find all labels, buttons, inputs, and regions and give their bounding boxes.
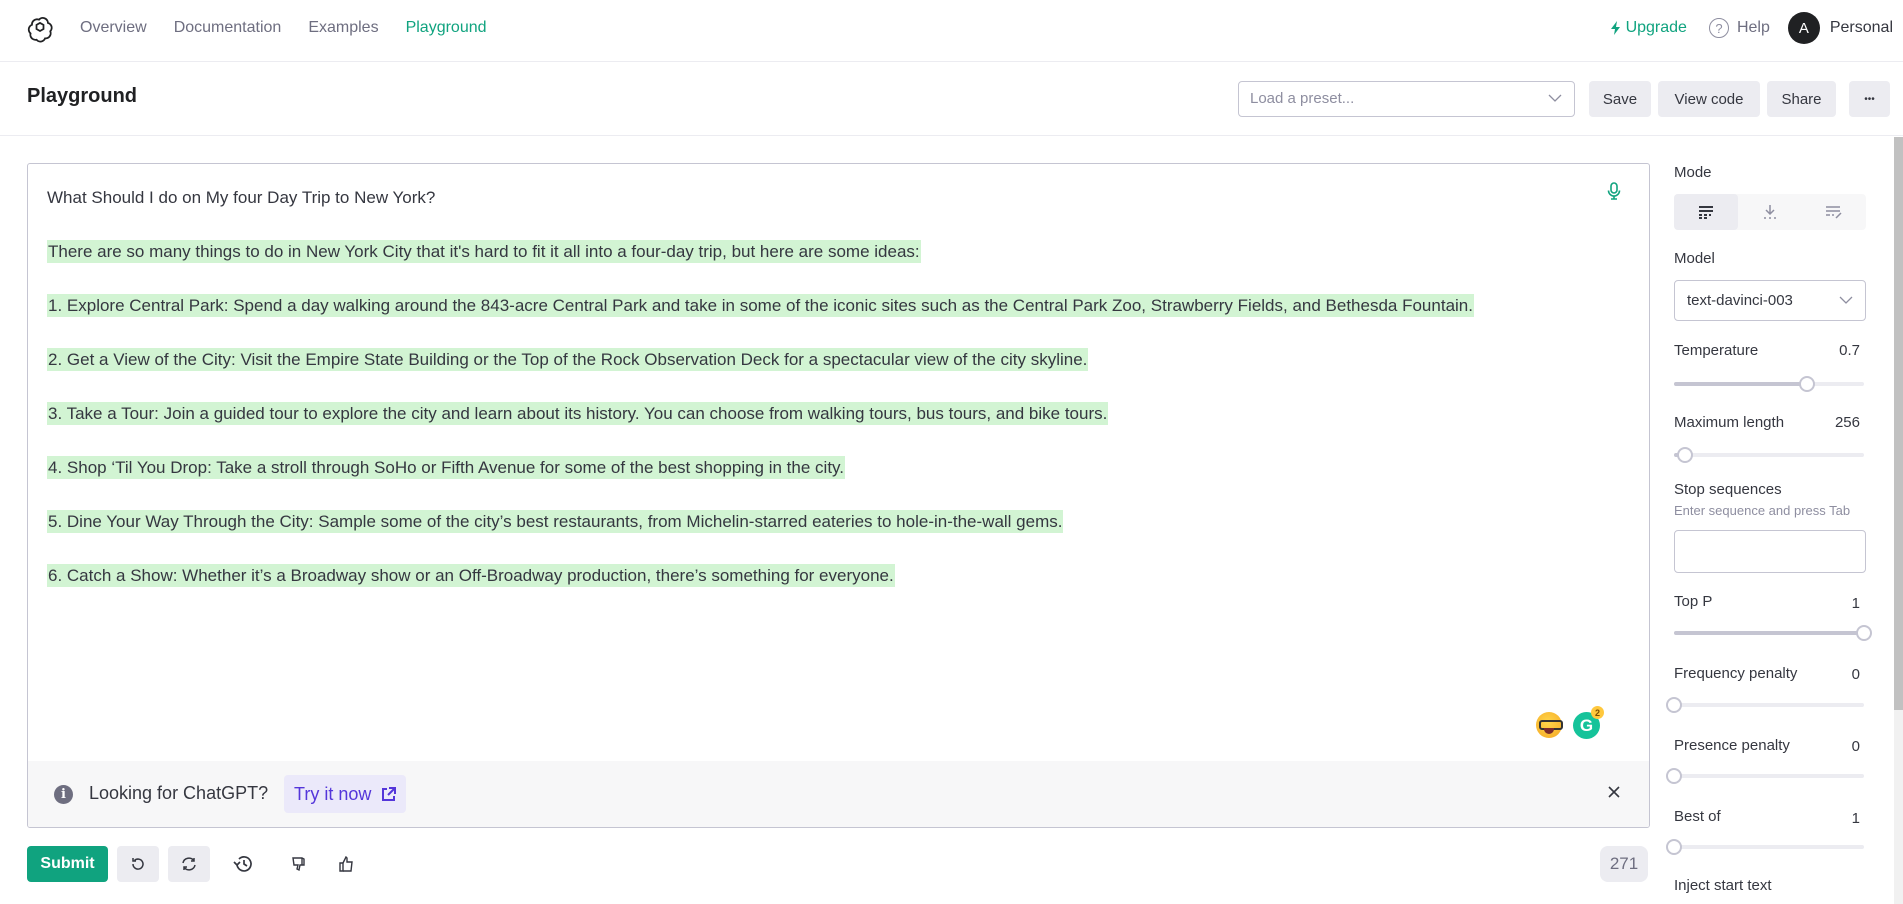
upgrade-label: Upgrade xyxy=(1625,19,1687,36)
try-it-now-link[interactable]: Try it now xyxy=(284,775,407,813)
chevron-down-icon xyxy=(1548,94,1562,102)
nav-overview[interactable]: Overview xyxy=(80,19,147,37)
temperature-value: 0.7 xyxy=(1839,342,1860,359)
thumbs-up-button[interactable] xyxy=(325,846,367,882)
nav-playground[interactable]: Playground xyxy=(406,19,487,37)
try-it-now-label: Try it now xyxy=(294,783,372,804)
frequency-penalty-label: Frequency penalty xyxy=(1674,665,1798,682)
complete-mode-icon xyxy=(1699,206,1713,219)
more-options-button[interactable]: ••• xyxy=(1849,81,1890,117)
top-nav: Overview Documentation Examples Playgrou… xyxy=(0,0,1903,62)
view-code-button[interactable]: View code xyxy=(1658,81,1760,117)
page-title: Playground xyxy=(27,85,138,107)
history-icon xyxy=(233,856,252,872)
account-label: Personal xyxy=(1829,19,1893,36)
model-select[interactable]: text-davinci-003 xyxy=(1674,280,1866,321)
completion-line: 6. Catch a Show: Whether it’s a Broadway… xyxy=(47,564,895,587)
help-link[interactable]: ? Help xyxy=(1708,18,1770,38)
stop-sequences-hint: Enter sequence and press Tab xyxy=(1674,503,1851,518)
frequency-penalty-slider[interactable] xyxy=(1666,696,1864,714)
upgrade-link[interactable]: Upgrade xyxy=(1610,19,1687,37)
editor-text[interactable]: What Should I do on My four Day Trip to … xyxy=(47,184,1609,616)
max-length-label: Maximum length xyxy=(1674,414,1785,431)
info-icon: i xyxy=(54,785,73,804)
max-length-slider[interactable] xyxy=(1674,446,1864,464)
help-label: Help xyxy=(1736,19,1770,36)
temperature-label: Temperature xyxy=(1674,342,1759,359)
presence-penalty-value: 0 xyxy=(1851,738,1860,755)
stop-sequences-label: Stop sequences xyxy=(1674,481,1782,498)
best-of-slider[interactable] xyxy=(1666,838,1864,856)
max-length-value: 256 xyxy=(1834,414,1860,431)
slider-thumb[interactable] xyxy=(1666,839,1682,855)
chevron-down-icon xyxy=(1839,296,1853,304)
nav-examples[interactable]: Examples xyxy=(308,19,378,37)
slider-thumb[interactable] xyxy=(1666,768,1682,784)
model-value: text-davinci-003 xyxy=(1687,292,1793,309)
top-p-value: 1 xyxy=(1851,595,1860,612)
top-p-label: Top P xyxy=(1674,593,1713,610)
lightning-icon xyxy=(1610,21,1620,35)
prompt-editor[interactable]: What Should I do on My four Day Trip to … xyxy=(27,163,1650,828)
prompt-text: What Should I do on My four Day Trip to … xyxy=(47,188,436,207)
scrollbar-thumb[interactable] xyxy=(1894,137,1903,710)
completion-line: 2. Get a View of the City: Visit the Emp… xyxy=(47,348,1089,371)
sidebar-scrollbar[interactable] xyxy=(1894,137,1903,904)
insert-mode-icon xyxy=(1764,205,1776,219)
regenerate-button[interactable] xyxy=(168,846,210,882)
temperature-slider[interactable] xyxy=(1674,375,1864,393)
mode-label: Mode xyxy=(1674,164,1712,181)
nav-documentation[interactable]: Documentation xyxy=(174,19,282,37)
frequency-penalty-value: 0 xyxy=(1851,666,1860,683)
slider-thumb[interactable] xyxy=(1856,625,1872,641)
history-button[interactable] xyxy=(222,846,264,882)
presence-penalty-slider[interactable] xyxy=(1666,767,1864,785)
save-button[interactable]: Save xyxy=(1589,81,1651,117)
close-icon[interactable] xyxy=(1607,785,1621,799)
undo-button[interactable] xyxy=(117,846,159,882)
mode-edit-button[interactable] xyxy=(1802,194,1866,230)
openai-logo-icon[interactable] xyxy=(26,15,54,43)
preset-select[interactable]: Load a preset... xyxy=(1238,81,1575,117)
completion-line: 3. Take a Tour: Join a guided tour to ex… xyxy=(47,402,1109,425)
thumbs-down-icon xyxy=(292,857,305,872)
microphone-icon[interactable] xyxy=(1607,182,1621,200)
stop-sequences-input[interactable] xyxy=(1674,530,1866,573)
nerd-face-emoji-icon[interactable] xyxy=(1536,712,1563,738)
completion-line: 1. Explore Central Park: Spend a day wal… xyxy=(47,294,1474,317)
external-link-icon xyxy=(382,786,397,801)
mode-insert-button[interactable] xyxy=(1738,194,1802,230)
slider-thumb[interactable] xyxy=(1666,697,1682,713)
completion-line: 4. Shop ‘Til You Drop: Take a stroll thr… xyxy=(47,456,846,479)
inject-start-text-label: Inject start text xyxy=(1674,877,1772,894)
account-menu[interactable]: A Personal xyxy=(1787,12,1893,44)
mode-complete-button[interactable] xyxy=(1674,194,1738,230)
completion-line: 5. Dine Your Way Through the City: Sampl… xyxy=(47,510,1064,533)
mode-selector xyxy=(1674,194,1866,230)
presence-penalty-label: Presence penalty xyxy=(1674,737,1790,754)
slider-thumb[interactable] xyxy=(1677,447,1693,463)
completion-line: There are so many things to do in New Yo… xyxy=(47,240,921,263)
help-icon: ? xyxy=(1708,18,1729,38)
token-count: 271 xyxy=(1600,846,1648,882)
refresh-icon xyxy=(182,857,196,871)
share-button[interactable]: Share xyxy=(1767,81,1836,117)
model-label: Model xyxy=(1674,250,1715,267)
thumbs-down-button[interactable] xyxy=(278,846,320,882)
slider-thumb[interactable] xyxy=(1799,376,1815,392)
page-header: Playground Load a preset... Save View co… xyxy=(0,62,1903,136)
grammarly-badge: 2 xyxy=(1591,706,1604,719)
thumbs-up-icon xyxy=(339,856,353,872)
submit-button[interactable]: Submit xyxy=(27,846,108,882)
avatar: A xyxy=(1787,12,1820,44)
preset-placeholder: Load a preset... xyxy=(1250,90,1355,107)
banner-text: Looking for ChatGPT? xyxy=(89,783,269,803)
settings-sidebar: Mode Model text-davinci-003 Temperature … xyxy=(1666,137,1872,904)
best-of-value: 1 xyxy=(1851,810,1860,827)
best-of-label: Best of xyxy=(1674,808,1721,825)
undo-icon xyxy=(132,858,144,870)
chatgpt-banner: i Looking for ChatGPT? Try it now xyxy=(28,761,1649,827)
edit-mode-icon xyxy=(1826,206,1842,219)
top-p-slider[interactable] xyxy=(1674,624,1872,642)
